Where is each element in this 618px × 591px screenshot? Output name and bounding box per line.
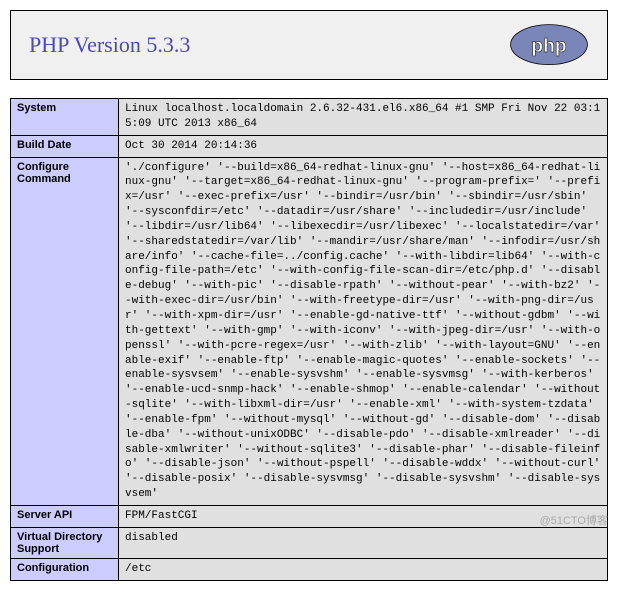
table-row: Build Date Oct 30 2014 20:14:36 xyxy=(11,135,608,157)
row-label-build-date: Build Date xyxy=(11,135,119,157)
table-row: System Linux localhost.localdomain 2.6.3… xyxy=(11,99,608,136)
table-row: Configuration /etc xyxy=(11,558,608,580)
row-value-config: /etc xyxy=(119,558,608,580)
table-row: Server API FPM/FastCGI xyxy=(11,505,608,527)
php-logo-icon: php xyxy=(509,23,589,67)
row-value-server-api: FPM/FastCGI xyxy=(119,505,608,527)
row-value-configure: './configure' '--build=x86_64-redhat-lin… xyxy=(119,157,608,505)
row-label-server-api: Server API xyxy=(11,505,119,527)
row-label-system: System xyxy=(11,99,119,136)
row-label-configure: Configure Command xyxy=(11,157,119,505)
table-row: Configure Command './configure' '--build… xyxy=(11,157,608,505)
page-title: PHP Version 5.3.3 xyxy=(29,32,190,58)
svg-text:php: php xyxy=(531,36,566,57)
phpinfo-header: PHP Version 5.3.3 php xyxy=(10,10,608,80)
row-value-build-date: Oct 30 2014 20:14:36 xyxy=(119,135,608,157)
row-value-system: Linux localhost.localdomain 2.6.32-431.e… xyxy=(119,99,608,136)
row-label-config: Configuration xyxy=(11,558,119,580)
watermark-text: @51CTO博客 xyxy=(540,512,608,528)
phpinfo-table: System Linux localhost.localdomain 2.6.3… xyxy=(10,98,608,581)
